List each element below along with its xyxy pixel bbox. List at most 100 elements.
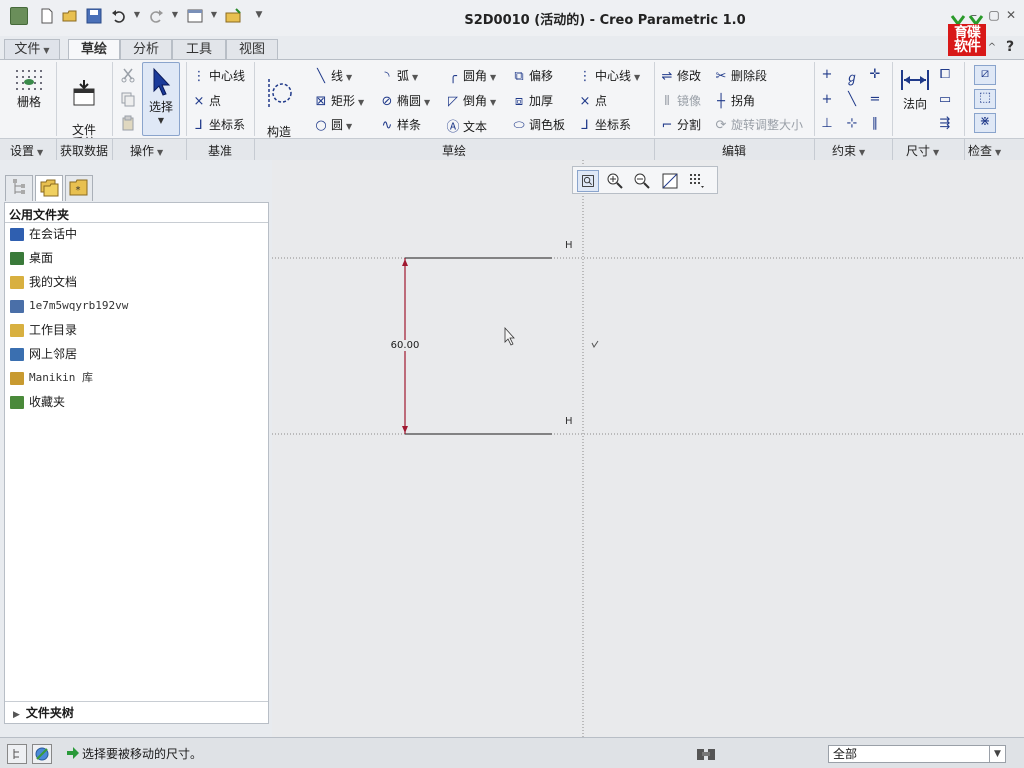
highlight-open-ends-icon[interactable]: ⋇ — [974, 113, 996, 133]
selection-filter-dropdown[interactable]: 全部 ▼ — [828, 745, 1006, 763]
tab-tools[interactable]: 工具 — [172, 39, 226, 60]
zoom-in-icon[interactable] — [604, 170, 626, 192]
folder-item-computer[interactable]: 1e7m5wqyrb192vw — [10, 297, 128, 317]
selection-filter-icon[interactable] — [696, 746, 716, 762]
cut-icon[interactable] — [120, 67, 136, 83]
navigator-panel: * 公用文件夹 在会话中 桌面 我的文档 1e7m5wqyrb192vw 工作目… — [4, 171, 269, 724]
constraint-perpendicular-icon[interactable]: ⊥ — [820, 116, 837, 131]
tab-file[interactable]: 文件 ▼ — [4, 39, 60, 60]
constraint-coincident-icon[interactable]: ╲ — [845, 92, 862, 107]
zoom-out-icon[interactable] — [631, 170, 653, 192]
modify-button[interactable]: ⇌ 修改 — [660, 67, 701, 84]
centerline-icon: ⋮ — [578, 69, 592, 84]
navigator-toggle-icon[interactable] — [7, 744, 27, 764]
mouse-cursor-icon — [504, 326, 515, 346]
mirror-button[interactable]: ⫴ 镜像 — [660, 92, 701, 109]
constraint-midpoint-icon[interactable]: ✛ — [868, 67, 885, 82]
chamfer-button[interactable]: ◸ 倒角 ▼ — [446, 92, 496, 109]
corner-button[interactable]: ┼ 拐角 — [714, 92, 755, 109]
coord-button[interactable]: ⅃ 坐标系 — [578, 116, 631, 133]
model-tree-tab[interactable] — [5, 175, 33, 201]
fillet-button[interactable]: ╭ 圆角 ▼ — [446, 67, 496, 84]
maximize-icon[interactable]: ▢ — [987, 8, 1001, 22]
centerline-button[interactable]: ⋮ 中心线 ▼ — [578, 67, 641, 84]
constraint-tangent-icon[interactable]: ℊ — [845, 67, 862, 86]
tab-analysis[interactable]: 分析 — [120, 39, 172, 60]
centerline-icon: ⋮ — [192, 69, 206, 84]
minimize-icon[interactable]: – — [967, 8, 981, 22]
paste-icon[interactable] — [120, 115, 136, 131]
model-tree-icon — [13, 179, 25, 194]
folder-item-desktop[interactable]: 桌面 — [10, 249, 53, 269]
offset-button[interactable]: ⧉ 偏移 — [512, 67, 553, 84]
folder-item-network[interactable]: 网上邻居 — [10, 345, 77, 365]
help-icon[interactable]: ? — [1003, 40, 1017, 54]
close-icon[interactable]: ✕ — [1004, 8, 1018, 22]
arc-button[interactable]: ◝ 弧 ▼ — [380, 67, 418, 84]
spline-button[interactable]: ∿ 样条 — [380, 116, 421, 133]
constraint-equal-icon[interactable]: = — [868, 92, 885, 107]
tab-view[interactable]: 视图 — [226, 39, 278, 60]
fillet-icon: ╭ — [449, 69, 457, 84]
working-dir-icon — [10, 324, 24, 337]
rectangle-button[interactable]: ⊠ 矩形 ▼ — [314, 92, 365, 109]
folder-item-documents[interactable]: 我的文档 — [10, 273, 77, 293]
group-editing: 编辑 — [722, 144, 747, 158]
palette-button[interactable]: ⬭ 调色板 — [512, 116, 565, 133]
line-button[interactable]: ╲ 线 ▼ — [314, 67, 352, 84]
group-dimension[interactable]: 尺寸 ▼ — [906, 142, 939, 159]
sketch-canvas[interactable]: 60.00 H H — [272, 160, 1024, 737]
ribbon-collapse-icon[interactable]: ^ — [985, 41, 999, 55]
shade-closed-loops-icon[interactable]: ⬚ — [974, 89, 996, 109]
perimeter-dimension-icon[interactable]: ⧠ — [938, 67, 955, 82]
constraint-parallel-icon[interactable]: ∥ — [868, 116, 885, 131]
refit-icon[interactable] — [577, 170, 599, 192]
dimension-value[interactable]: 60.00 — [389, 340, 421, 351]
delete-segment-button[interactable]: ✂ 删除段 — [714, 67, 767, 84]
sketch-view-icon[interactable] — [659, 170, 681, 192]
constraint-vertical-icon[interactable]: + — [820, 67, 837, 82]
circle-icon: ○ — [315, 118, 327, 133]
divide-button[interactable]: ⌐ 分割 — [660, 116, 701, 133]
group-operations[interactable]: 操作 ▼ — [130, 142, 163, 159]
circle-button[interactable]: ○ 圆 ▼ — [314, 116, 352, 133]
browser-toggle-icon[interactable] — [32, 744, 52, 764]
overlapping-geometry-icon[interactable]: ⧄ — [974, 65, 996, 85]
dimension-arrow-bottom — [402, 426, 408, 433]
group-get-data: 获取数据 — [60, 144, 109, 158]
documents-icon — [10, 276, 24, 289]
folder-item-session[interactable]: 在会话中 — [10, 225, 77, 245]
group-setup[interactable]: 设置 ▼ — [10, 142, 43, 159]
folder-item-favorites[interactable]: 收藏夹 — [10, 393, 65, 413]
select-button[interactable]: 选择 ▼ — [142, 62, 180, 136]
folder-item-manikin[interactable]: Manikin 库 — [10, 369, 93, 389]
folder-tree-toggle[interactable]: ▶ 文件夹树 — [5, 701, 268, 723]
grid-button[interactable]: 栅格 — [8, 68, 50, 109]
reference-dimension-icon[interactable]: ⇶ — [938, 116, 955, 131]
tab-sketch[interactable]: 草绘 — [68, 39, 120, 61]
folder-browser-tab[interactable] — [35, 175, 63, 201]
group-constrain[interactable]: 约束 ▼ — [832, 142, 865, 159]
status-bar: 选择要被移动的尺寸。 全部 ▼ — [0, 737, 1024, 768]
ellipse-button[interactable]: ⊘ 椭圆 ▼ — [380, 92, 431, 109]
point-button[interactable]: × 点 — [578, 92, 607, 109]
rotate-resize-button[interactable]: ⟳ 旋转调整大小 — [714, 116, 803, 133]
group-inspect[interactable]: 检查 ▼ — [968, 142, 1001, 159]
sketcher-display-icon[interactable] — [686, 170, 708, 192]
datum-coord-button[interactable]: ⅃ 坐标系 — [192, 116, 245, 133]
normal-dimension-button[interactable]: 法向 — [896, 66, 934, 111]
baseline-dimension-icon[interactable]: ▭ — [938, 92, 955, 107]
datum-centerline-button[interactable]: ⋮ 中心线 — [192, 67, 246, 84]
group-datum: 基准 — [208, 144, 233, 158]
constraint-horizontal-icon[interactable]: + — [820, 92, 837, 107]
folder-item-working-dir[interactable]: 工作目录 — [10, 321, 77, 341]
chevron-down-icon[interactable]: ▼ — [989, 746, 1005, 762]
thicken-button[interactable]: ⧈ 加厚 — [512, 92, 553, 109]
grid-icon — [16, 70, 42, 90]
copy-icon[interactable] — [120, 91, 136, 107]
constraint-symmetric-icon[interactable]: ⊹ — [845, 116, 862, 131]
text-button[interactable]: Ⓐ 文本 — [446, 116, 487, 135]
select-dropdown-icon[interactable]: ▼ — [143, 114, 179, 127]
datum-point-button[interactable]: × 点 — [192, 92, 221, 109]
favorites-tab[interactable]: * — [65, 175, 93, 201]
